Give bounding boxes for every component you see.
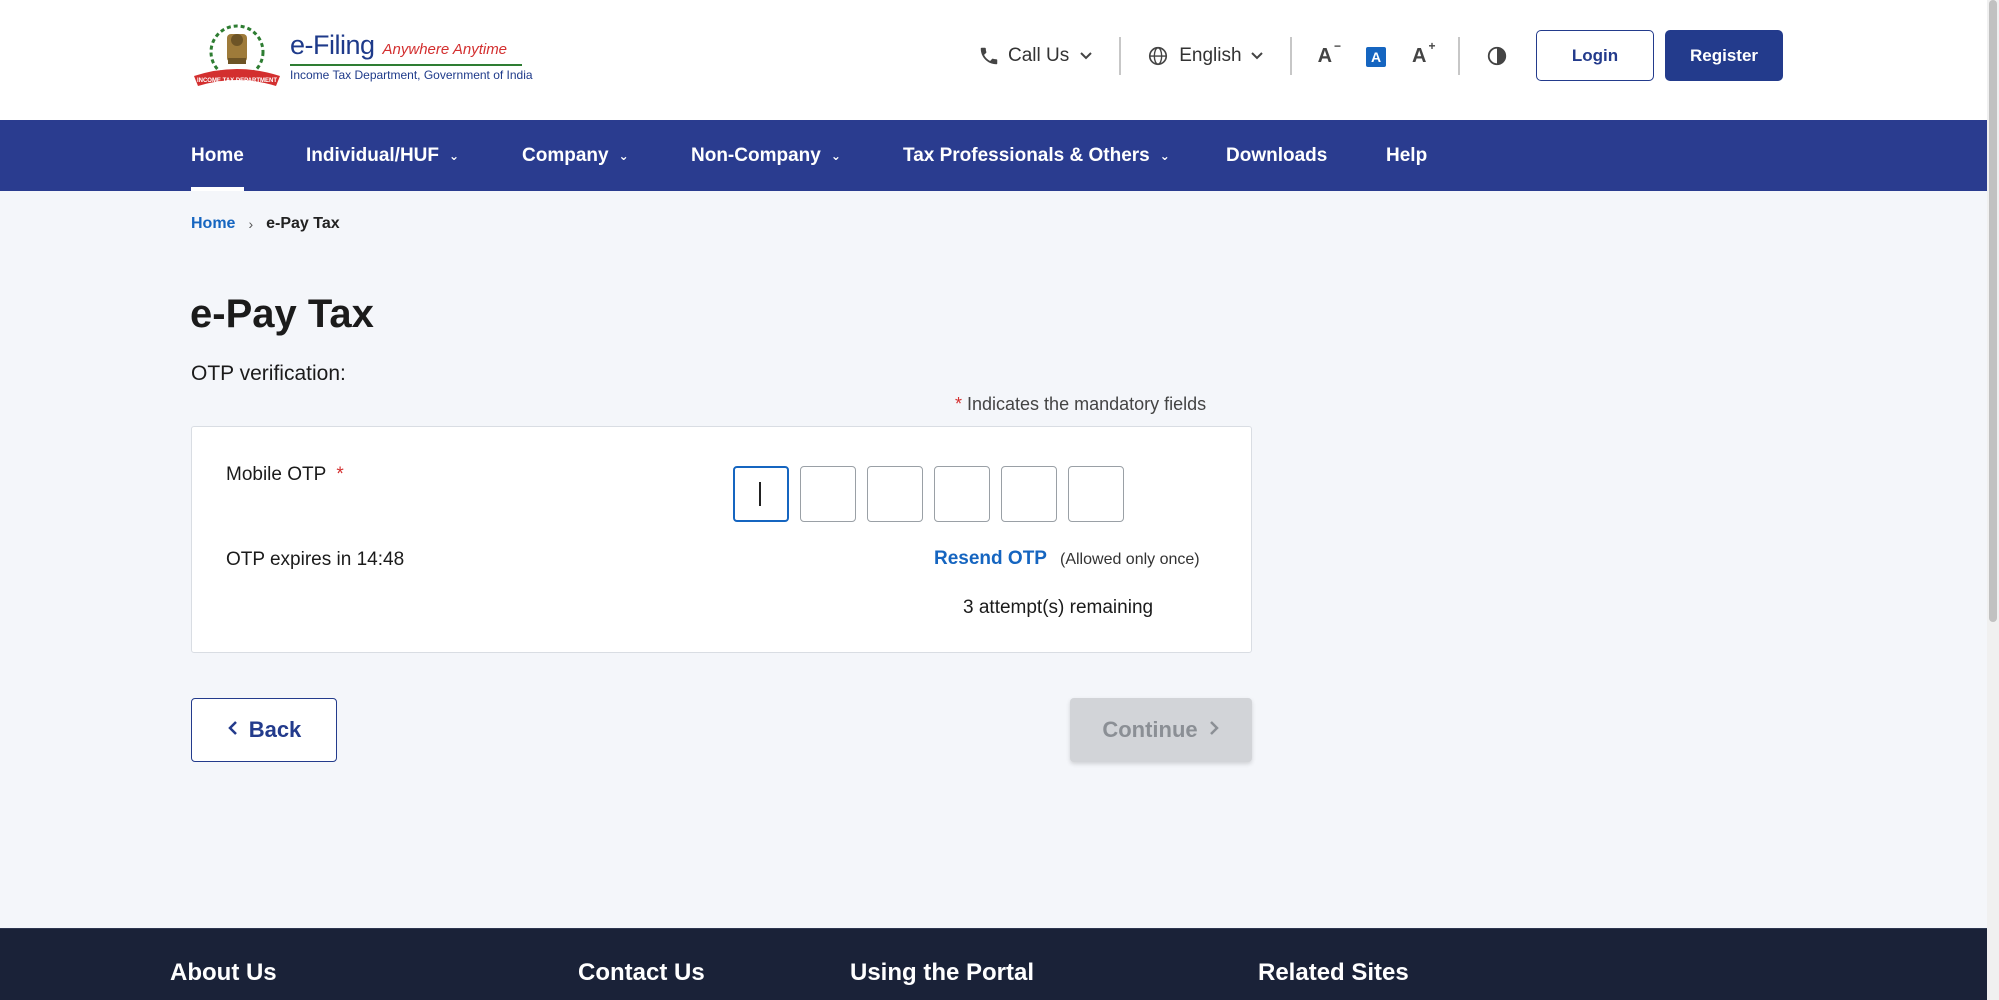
chevron-right-icon: › — [248, 216, 254, 232]
font-increase-button[interactable]: A + — [1412, 39, 1435, 68]
register-button[interactable]: Register — [1665, 30, 1783, 81]
header-divider — [1289, 37, 1292, 75]
nav-item-company[interactable]: Company ⌄ — [522, 120, 629, 191]
logo-department: Income Tax Department, Government of Ind… — [290, 68, 533, 82]
chevron-right-icon — [1208, 719, 1220, 742]
main-nav: Home Individual/HUF ⌄ Company ⌄ Non-Comp… — [0, 120, 1987, 191]
font-default-button[interactable]: A — [1366, 45, 1387, 68]
nav-item-individual-huf[interactable]: Individual/HUF ⌄ — [306, 120, 459, 191]
breadcrumb-home-link[interactable]: Home — [191, 215, 235, 233]
logo-efiling-text: e-Filing — [290, 30, 375, 60]
efiling-logo[interactable]: INCOME TAX DEPARTMENT e-Filing Anywhere … — [190, 22, 533, 90]
contrast-toggle-icon[interactable] — [1486, 45, 1508, 67]
nav-item-label: Tax Professionals & Others — [903, 144, 1150, 166]
otp-digit-4[interactable] — [934, 466, 990, 522]
continue-button-label: Continue — [1102, 717, 1198, 742]
language-label: English — [1179, 45, 1242, 66]
header-divider — [1119, 37, 1122, 75]
chevron-down-icon: ⌄ — [449, 148, 460, 163]
page-title: e-Pay Tax — [190, 292, 374, 336]
nav-item-help[interactable]: Help — [1386, 120, 1427, 191]
phone-icon — [978, 45, 1000, 67]
footer-heading-using-portal: Using the Portal — [850, 959, 1035, 986]
otp-digit-5[interactable] — [1001, 466, 1057, 522]
attempts-remaining-text: 3 attempt(s) remaining — [963, 597, 1154, 618]
resend-otp-note: (Allowed only once) — [1060, 551, 1200, 568]
mandatory-note-text: Indicates the mandatory fields — [967, 394, 1207, 414]
breadcrumb: Home › e-Pay Tax — [191, 215, 340, 233]
site-footer: About Us Contact Us Using the Portal Rel… — [0, 928, 1987, 1000]
nav-item-downloads[interactable]: Downloads — [1226, 120, 1327, 191]
otp-input-group — [733, 466, 1135, 522]
page-subtitle: OTP verification: — [191, 362, 346, 385]
nav-item-label: Non-Company — [691, 144, 821, 166]
otp-digit-2[interactable] — [800, 466, 856, 522]
emblem-text: INCOME TAX DEPARTMENT — [197, 78, 277, 84]
footer-heading-contact-us: Contact Us — [578, 959, 705, 986]
back-button-label: Back — [248, 717, 302, 742]
otp-digit-3[interactable] — [867, 466, 923, 522]
chevron-down-icon — [1079, 51, 1093, 61]
footer-heading-about-us: About Us — [170, 959, 277, 986]
call-us-label: Call Us — [1008, 45, 1070, 66]
call-us-dropdown[interactable]: Call Us — [978, 45, 1093, 67]
required-asterisk: * — [336, 464, 344, 485]
otp-digit-6[interactable] — [1068, 466, 1124, 522]
nav-item-label: Company — [522, 144, 609, 166]
nav-item-label: Home — [191, 144, 244, 166]
font-decrease-button[interactable]: A − — [1318, 39, 1341, 68]
nav-item-label: Individual/HUF — [306, 144, 439, 166]
scrollbar-thumb[interactable] — [1989, 0, 1997, 622]
nav-item-home[interactable]: Home — [191, 120, 244, 191]
back-button[interactable]: Back — [191, 698, 337, 762]
footer-heading-related-sites: Related Sites — [1258, 959, 1409, 986]
mobile-otp-label: Mobile OTP * — [226, 464, 344, 486]
national-emblem-icon: INCOME TAX DEPARTMENT — [190, 22, 284, 90]
globe-icon — [1147, 45, 1169, 67]
nav-item-non-company[interactable]: Non-Company ⌄ — [691, 120, 841, 191]
otp-card: Mobile OTP * OTP expires in 14:48 Resend … — [191, 426, 1252, 653]
page-scrollbar[interactable] — [1987, 0, 1999, 1000]
header-divider — [1458, 37, 1461, 75]
chevron-down-icon: ⌄ — [618, 148, 629, 163]
nav-item-label: Help — [1386, 144, 1428, 166]
chevron-down-icon — [1250, 51, 1264, 61]
otp-expiry-text: OTP expires in 14:48 — [226, 549, 405, 570]
site-header: INCOME TAX DEPARTMENT e-Filing Anywhere … — [0, 0, 1987, 120]
mobile-otp-label-text: Mobile OTP — [226, 464, 327, 485]
language-dropdown[interactable]: English — [1147, 45, 1263, 67]
chevron-left-icon — [227, 719, 239, 742]
continue-button[interactable]: Continue — [1070, 698, 1252, 762]
nav-item-tax-professionals[interactable]: Tax Professionals & Others ⌄ — [903, 120, 1170, 191]
breadcrumb-current: e-Pay Tax — [266, 215, 340, 232]
logo-divider — [290, 64, 522, 66]
chevron-down-icon: ⌄ — [1159, 148, 1170, 163]
resend-otp-link[interactable]: Resend OTP — [934, 548, 1047, 570]
required-asterisk: * — [955, 394, 963, 414]
nav-item-label: Downloads — [1226, 144, 1328, 166]
mandatory-note: * Indicates the mandatory fields — [955, 394, 1206, 415]
header-tools: Call Us English A − A A + — [978, 30, 1508, 82]
otp-digit-1[interactable] — [733, 466, 789, 522]
logo-tagline: Anywhere Anytime — [382, 41, 508, 58]
login-button[interactable]: Login — [1536, 30, 1654, 81]
text-caret — [759, 482, 761, 506]
chevron-down-icon: ⌄ — [830, 148, 841, 163]
